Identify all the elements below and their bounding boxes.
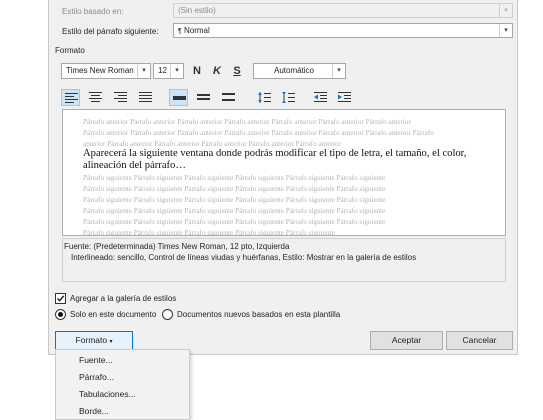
one-half-spacing-button[interactable] [194, 89, 213, 106]
next-style-select[interactable]: ¶ Normal ▾ [173, 23, 513, 38]
justify-icon [139, 92, 152, 102]
align-left-icon [65, 93, 78, 103]
caret-down-icon: ▾ [109, 339, 113, 345]
menu-item-paragraph[interactable]: Párrafo... [79, 372, 114, 382]
size-value: 12 [158, 66, 167, 75]
preview-next-line: Párrafo siguiente Párrafo siguiente Párr… [83, 229, 335, 236]
new-documents-radio[interactable] [162, 309, 173, 320]
chevron-down-icon: ▾ [170, 64, 183, 78]
only-document-label: Solo en este documento [70, 310, 157, 319]
font-color-select[interactable]: Automático ▾ [253, 63, 346, 79]
preview-next-line: Párrafo siguiente Párrafo siguiente Párr… [83, 196, 386, 204]
menu-item-border[interactable]: Borde... [79, 406, 109, 416]
add-gallery-label: Agregar a la galería de estilos [70, 294, 177, 303]
underline-button[interactable]: S [229, 63, 245, 79]
format-dropdown-menu: Fuente... Párrafo... Tabulaciones... Bor… [55, 349, 190, 420]
decrease-indent-icon [314, 92, 327, 102]
based-on-select: (Sin estilo) ▾ [173, 3, 513, 18]
next-style-value: Normal [184, 26, 210, 35]
align-center-button[interactable] [86, 89, 105, 106]
decrease-indent-button[interactable] [311, 89, 330, 106]
single-spacing-icon [173, 96, 186, 100]
increase-spacing-button[interactable] [255, 89, 274, 106]
modify-style-dialog: Estilo basado en: (Sin estilo) ▾ Estilo … [48, 0, 518, 355]
font-color-value: Automático [273, 66, 315, 75]
size-select[interactable]: 12 ▾ [153, 63, 184, 79]
style-description: Fuente: (Predeterminada) Times New Roman… [62, 238, 506, 282]
single-spacing-button[interactable] [169, 89, 188, 106]
format-section-label: Formato [55, 46, 85, 55]
style-preview: Párrafo anterior Párrafo anterior Párraf… [62, 109, 506, 236]
paragraph-mark-icon: ¶ [178, 28, 182, 35]
format-button-label: Formato [75, 335, 108, 345]
preview-sample-line: Aparecerá la siguiente ventana donde pod… [83, 148, 467, 159]
chevron-down-icon: ▾ [137, 64, 150, 78]
based-on-label: Estilo basado en: [62, 7, 124, 16]
menu-item-font[interactable]: Fuente... [79, 355, 113, 365]
align-right-icon [114, 92, 127, 102]
based-on-value: (Sin estilo) [178, 6, 216, 15]
format-menu-button[interactable]: Formato ▾ [55, 331, 133, 350]
checkmark-icon [57, 295, 65, 302]
new-documents-label: Documentos nuevos basados en esta planti… [177, 310, 341, 319]
font-value: Times New Roman [66, 66, 134, 75]
preview-next-line: Párrafo siguiente Párrafo siguiente Párr… [83, 174, 386, 182]
cancel-button[interactable]: Cancelar [446, 331, 513, 350]
only-document-radio[interactable] [55, 309, 66, 320]
decrease-spacing-button[interactable] [279, 89, 298, 106]
justify-button[interactable] [136, 89, 155, 106]
italic-button[interactable]: K [209, 63, 225, 79]
preview-previous-line: Párrafo anterior Párrafo anterior Párraf… [83, 129, 434, 137]
double-spacing-button[interactable] [219, 89, 238, 106]
description-line: Fuente: (Predeterminada) Times New Roman… [64, 242, 290, 251]
preview-next-line: Párrafo siguiente Párrafo siguiente Párr… [83, 207, 386, 215]
preview-sample-text: Aparecerá la siguiente ventana donde pod… [83, 148, 483, 172]
increase-indent-button[interactable] [335, 89, 354, 106]
description-line: Interlineado: sencillo, Control de línea… [71, 253, 417, 262]
preview-next-line: Párrafo siguiente Párrafo siguiente Párr… [83, 185, 386, 193]
chevron-down-icon: ▾ [499, 4, 512, 17]
align-right-button[interactable] [111, 89, 130, 106]
decrease-spacing-icon [282, 92, 295, 103]
preview-next-line: Párrafo siguiente Párrafo siguiente Párr… [83, 218, 386, 226]
accept-button[interactable]: Aceptar [370, 331, 443, 350]
increase-indent-icon [338, 92, 351, 102]
preview-sample-line: alineación del párrafo… [83, 160, 186, 171]
next-style-label: Estilo del párrafo siguiente: [62, 27, 159, 36]
menu-item-tabs[interactable]: Tabulaciones... [79, 389, 136, 399]
double-spacing-icon [222, 93, 235, 101]
chevron-down-icon: ▾ [499, 24, 512, 37]
align-center-icon [89, 92, 102, 102]
align-left-button[interactable] [61, 89, 80, 106]
add-gallery-checkbox[interactable] [55, 293, 66, 304]
one-half-spacing-icon [197, 94, 210, 100]
font-select[interactable]: Times New Roman ▾ [61, 63, 151, 79]
chevron-down-icon: ▾ [332, 64, 345, 78]
preview-previous-line: Párrafo anterior Párrafo anterior Párraf… [83, 118, 411, 126]
increase-spacing-icon [258, 92, 271, 103]
bold-button[interactable]: N [189, 63, 205, 79]
